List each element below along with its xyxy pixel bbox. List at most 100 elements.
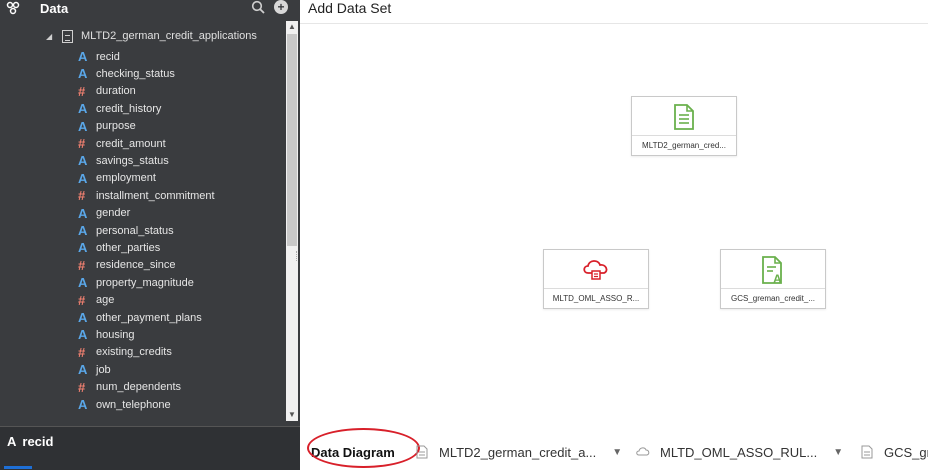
node-label: GCS_greman_credit_... [721,288,825,308]
tab-mltd2-german-credit[interactable]: MLTD2_german_credit_a... ▼ [415,438,622,466]
attribute-icon: A [78,118,88,134]
column-label: installment_commitment [96,189,215,202]
column-item[interactable]: # credit_amount [78,135,166,152]
column-item[interactable]: Apurpose [78,118,136,135]
chevron-down-icon[interactable]: ▼ [833,447,843,458]
dataset-tree-node[interactable]: ◢ MLTD2_german_credit_applications [46,28,257,44]
column-item[interactable]: Arecid [78,48,120,65]
attribute-icon: A [78,101,88,117]
dataset-node-gcs[interactable]: A GCS_greman_credit_... [720,249,826,309]
highlight-circle [307,428,420,468]
attribute-icon: A [78,310,88,325]
column-label: residence_since [96,259,176,272]
tab-gcs[interactable]: GCS_gr [860,438,928,466]
column-item[interactable]: # existing_credits [78,344,172,361]
data-panel: Data + ◢ MLTD2_german_credit_application… [0,0,300,470]
tree-scrollbar[interactable]: ▲ ▼ [286,21,298,421]
column-label: property_magnitude [96,276,194,289]
panel-resize-grip[interactable] [296,251,298,261]
attribute-icon: A [78,153,88,169]
column-item[interactable]: Agender [78,205,130,222]
column-item[interactable]: Aemployment [78,170,156,187]
column-item[interactable]: # installment_commitment [78,187,215,204]
chevron-down-icon[interactable]: ▼ [612,447,622,458]
node-label: MLTD2_german_cred... [632,135,736,155]
bottom-tab-bar: Data Diagram MLTD2_german_credit_a... ▼ … [300,428,928,470]
column-item[interactable]: Achecking_status [78,65,175,82]
scrollbar-thumb[interactable] [287,34,297,246]
spreadsheet-icon [632,97,736,137]
attribute-icon: A [78,275,88,291]
column-item[interactable]: Apersonal_status [78,222,174,239]
expand-caret-icon[interactable]: ◢ [46,32,54,41]
dataset-node-mltd2[interactable]: MLTD2_german_cred... [631,96,737,156]
column-item[interactable]: Ajob [78,361,111,378]
attribute-icon: A [78,170,88,186]
document-icon [860,445,874,459]
selected-column-footer: A recid [0,426,300,470]
attribute-icon: A [78,362,88,378]
data-panel-title: Data [40,1,69,16]
cloud-database-icon [544,250,648,290]
column-item[interactable]: Aother_parties [78,239,160,256]
cloud-icon [636,445,650,459]
add-data-icon[interactable]: + [274,0,288,14]
tab-label: MLTD2_german_credit_a... [439,444,597,460]
column-label: job [96,363,111,376]
tab-label: GCS_gr [884,444,928,460]
column-item[interactable]: # num_dependents [78,379,181,396]
column-item[interactable]: # age [78,292,114,309]
column-item[interactable]: Aother_payment_plans [78,309,202,326]
scroll-up-icon[interactable]: ▲ [286,21,298,33]
measure-icon: # [78,83,86,99]
column-label: own_telephone [96,398,171,411]
dataset-name: MLTD2_german_credit_applications [81,30,257,42]
data-logo-icon [6,1,20,15]
column-item[interactable]: # residence_since [78,257,176,274]
column-label: gender [96,207,131,220]
attribute-icon: A [78,397,88,412]
measure-icon: # [78,136,86,151]
data-panel-header: Data + [0,0,300,17]
attribute-icon: A [78,66,88,82]
attribute-icon: A [7,434,17,449]
column-label: age [96,294,115,307]
attribute-icon: A [78,49,88,64]
column-item[interactable]: Aown_telephone [78,396,171,413]
node-label: MLTD_OML_ASSO_R... [544,288,648,308]
search-icon[interactable] [251,0,265,14]
attribute-icon: A [78,240,88,256]
column-item[interactable]: Ahousing [78,326,135,343]
selection-indicator [4,466,32,469]
measure-icon: # [78,344,86,360]
dataset-node-mltd-oml[interactable]: MLTD_OML_ASSO_R... [543,249,649,309]
column-label: num_dependents [96,381,182,394]
column-label: credit_amount [96,137,166,150]
canvas-title: Add Data Set [308,0,392,16]
measure-icon: # [78,379,86,395]
column-label: personal_status [96,224,174,237]
column-label: purpose [96,120,136,133]
column-item[interactable]: Acredit_history [78,100,161,117]
tab-data-diagram[interactable]: Data Diagram [307,428,420,468]
data-tree: ◢ MLTD2_german_credit_applications Areci… [0,21,286,421]
column-label: credit_history [96,102,162,115]
spreadsheet-attribute-icon: A [721,250,825,290]
attribute-icon: A [78,223,88,238]
column-label: housing [96,328,135,341]
column-item[interactable]: Aproperty_magnitude [78,274,194,291]
attribute-icon: A [78,205,88,221]
measure-icon: # [78,292,86,308]
svg-text:A: A [773,272,782,284]
measure-icon: # [78,188,86,204]
column-label: employment [96,172,156,185]
dataset-document-icon [62,29,73,43]
column-item[interactable]: # duration [78,83,136,100]
column-item[interactable]: Asavings_status [78,152,169,169]
attribute-icon: A [78,327,88,343]
column-label: recid [96,50,120,63]
column-label: existing_credits [96,346,172,359]
column-label: savings_status [96,154,169,167]
scroll-down-icon[interactable]: ▼ [286,409,298,421]
tab-mltd-oml-asso[interactable]: MLTD_OML_ASSO_RUL... ▼ [636,438,843,466]
